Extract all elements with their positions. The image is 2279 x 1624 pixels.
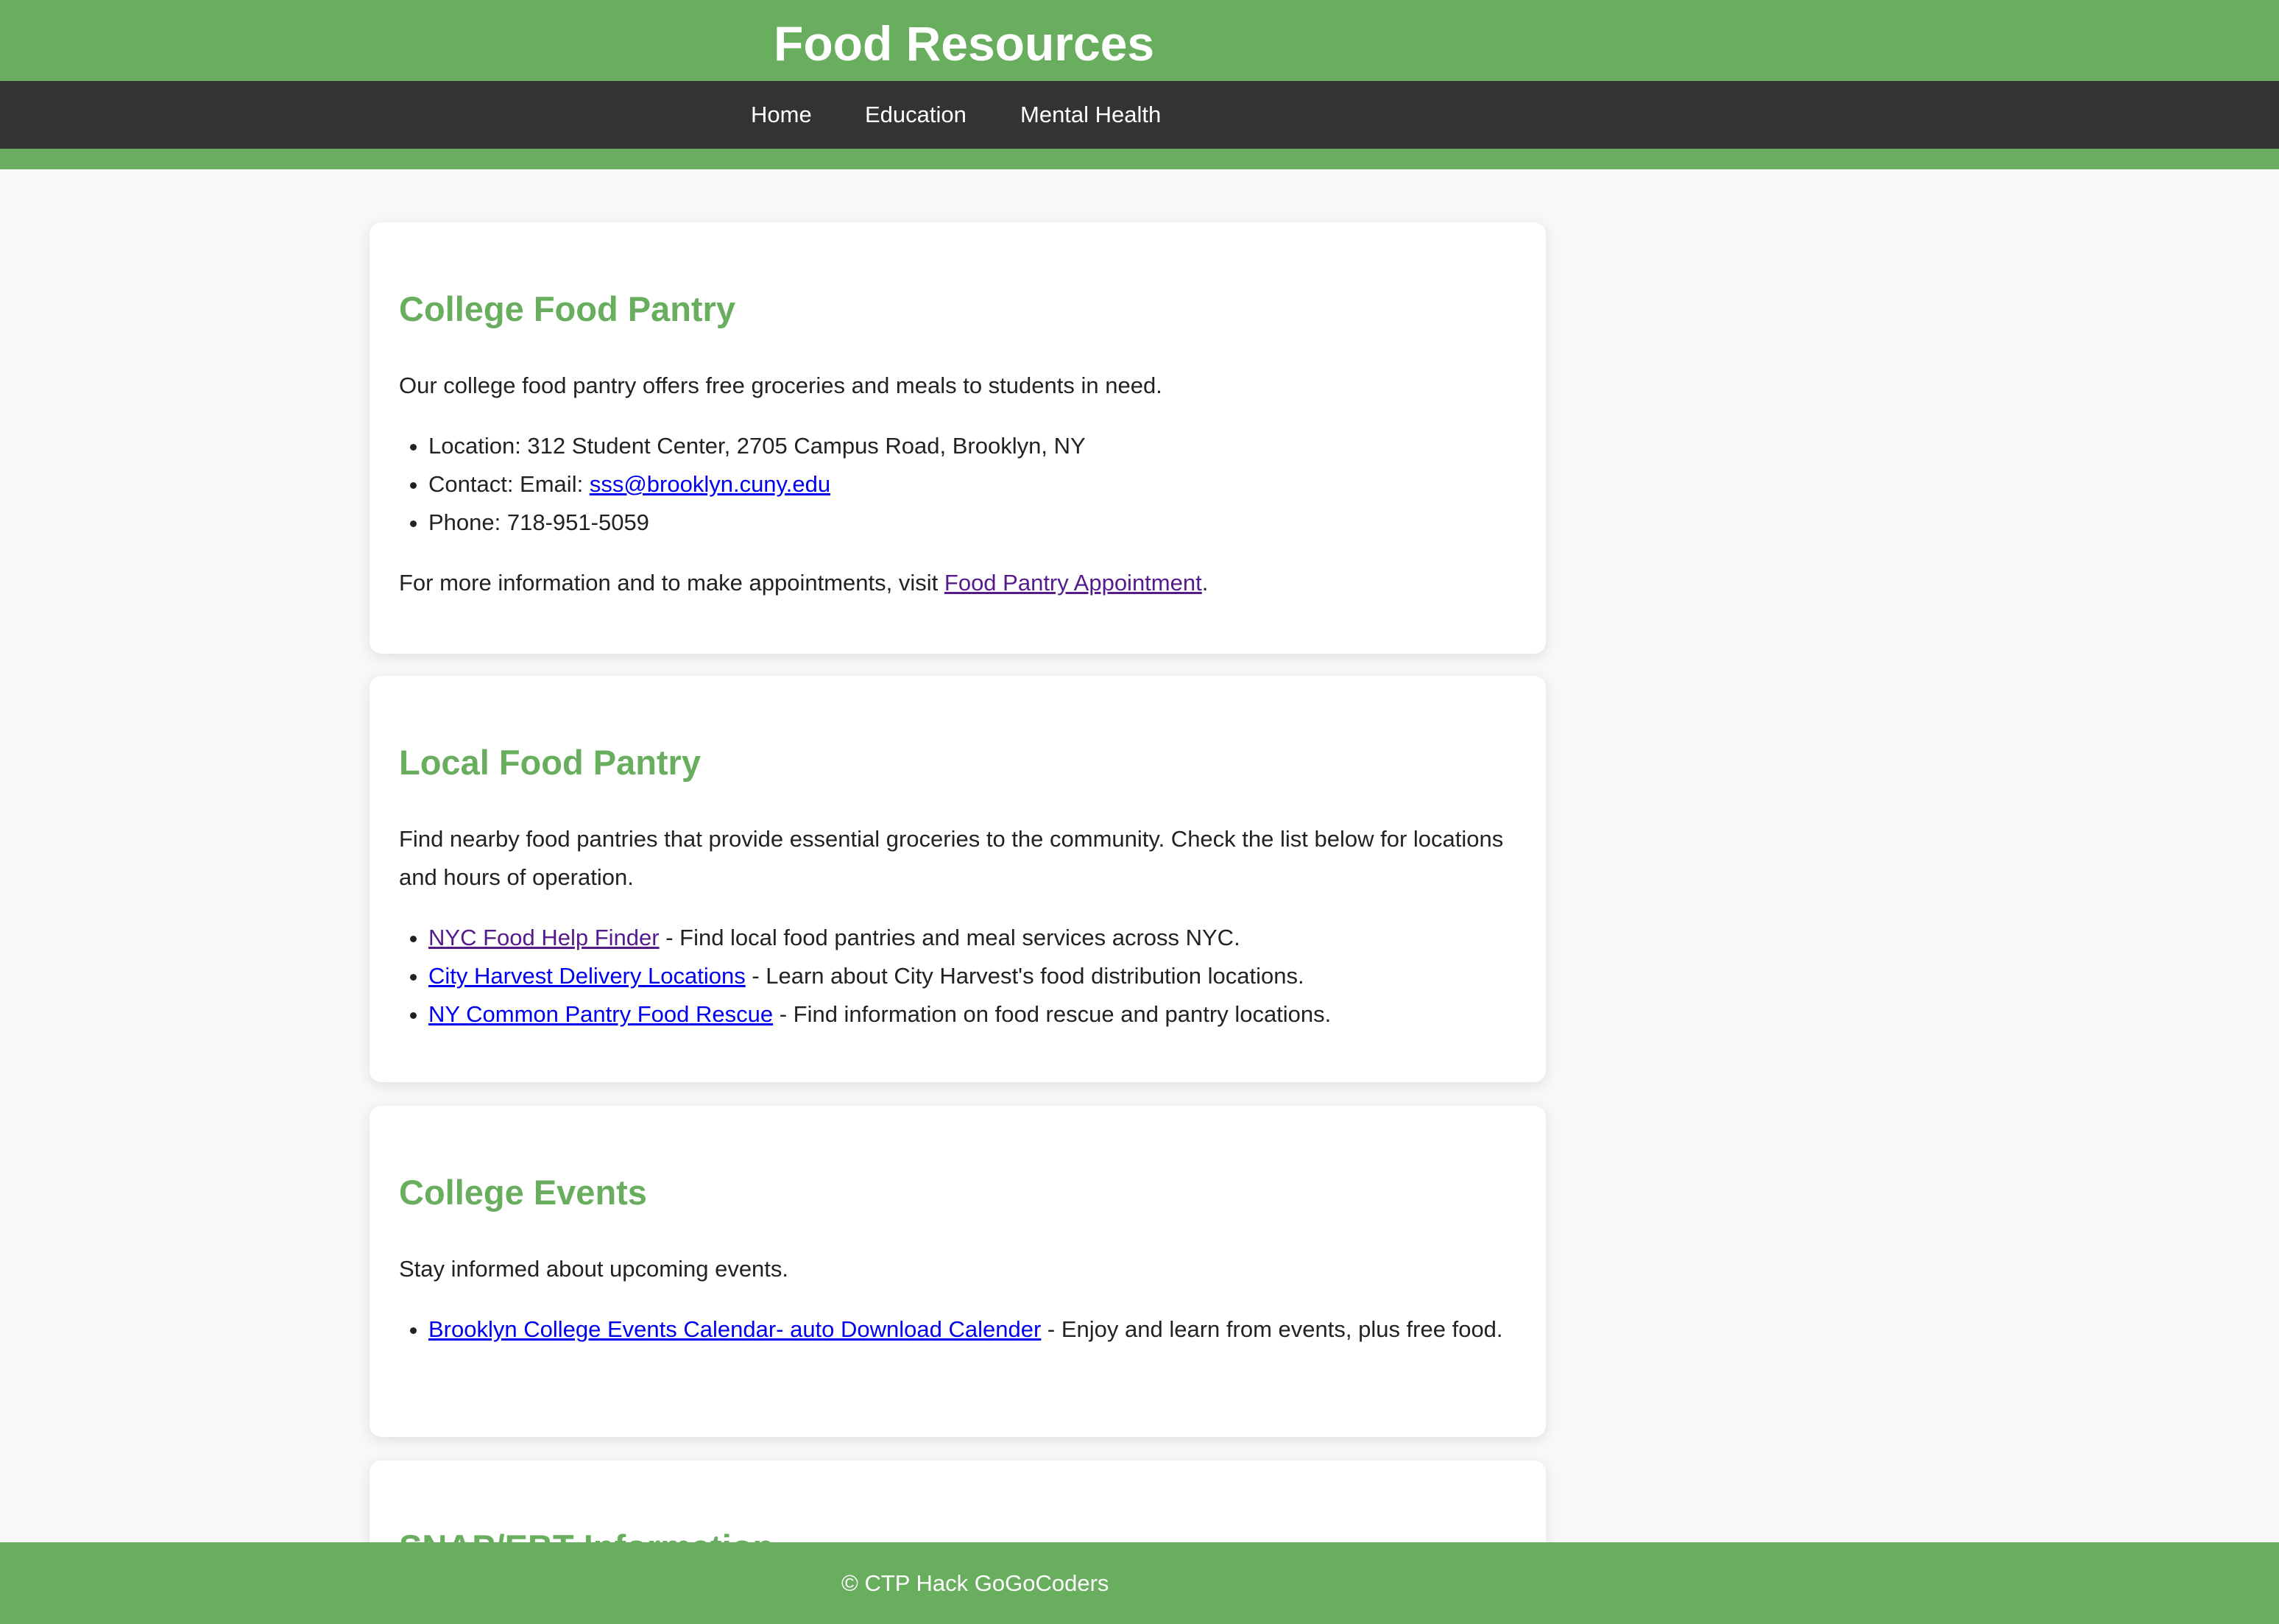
pantry-contact-label: Contact: Email:: [428, 471, 590, 497]
college-food-pantry-intro: Our college food pantry offers free groc…: [399, 373, 1162, 398]
college-food-pantry-heading: College Food Pantry: [399, 289, 735, 328]
list-item-description: - Enjoy and learn from events, plus free…: [1041, 1316, 1503, 1342]
pantry-phone: Phone: 718-951-5059: [428, 504, 1518, 542]
college-events-list: Brooklyn College Events Calendar- auto D…: [399, 1310, 1518, 1349]
list-item: NY Common Pantry Food Rescue - Find info…: [428, 995, 1518, 1034]
footer-copyright: © CTP Hack GoGoCoders: [841, 1570, 1109, 1596]
college-events-card: College Events Stay informed about upcom…: [370, 1106, 1546, 1437]
college-food-pantry-more-info: For more information and to make appoint…: [399, 564, 1518, 602]
college-food-pantry-card: College Food Pantry Our college food pan…: [370, 222, 1546, 654]
pantry-contact: Contact: Email: sss@brooklyn.cuny.edu: [428, 465, 1518, 504]
list-item-description: - Learn about City Harvest's food distri…: [745, 963, 1304, 989]
list-item-description: - Find information on food rescue and pa…: [773, 1001, 1332, 1027]
more-info-period: .: [1201, 570, 1209, 596]
local-food-pantry-list: NYC Food Help Finder - Find local food p…: [399, 919, 1518, 1034]
local-food-pantry-intro: Find nearby food pantries that provide e…: [399, 826, 1504, 890]
local-food-pantry-heading: Local Food Pantry: [399, 743, 701, 782]
list-item-description: - Find local food pantries and meal serv…: [659, 925, 1240, 950]
nav-item-education[interactable]: Education: [865, 81, 967, 149]
college-events-intro: Stay informed about upcoming events.: [399, 1256, 789, 1282]
events-calendar-link[interactable]: Brooklyn College Events Calendar- auto D…: [428, 1316, 1041, 1342]
site-footer: © CTP Hack GoGoCoders: [0, 1542, 2279, 1624]
nyc-food-help-finder-link[interactable]: NYC Food Help Finder: [428, 925, 660, 950]
college-food-pantry-details: Location: 312 Student Center, 2705 Campu…: [399, 427, 1518, 542]
more-info-label: For more information and to make appoint…: [399, 570, 944, 596]
city-harvest-locations-link[interactable]: City Harvest Delivery Locations: [428, 963, 746, 989]
pantry-location: Location: 312 Student Center, 2705 Campu…: [428, 427, 1518, 465]
page-title: Food Resources: [774, 16, 1155, 71]
college-events-heading: College Events: [399, 1173, 647, 1212]
main-nav: Home Education Mental Health: [0, 81, 2279, 149]
nav-item-home[interactable]: Home: [751, 81, 812, 149]
list-item: NYC Food Help Finder - Find local food p…: [428, 919, 1518, 957]
local-food-pantry-card: Local Food Pantry Find nearby food pantr…: [370, 676, 1546, 1082]
list-item: Brooklyn College Events Calendar- auto D…: [428, 1310, 1518, 1349]
site-header: Food Resources Home Education Mental Hea…: [0, 0, 2279, 169]
food-pantry-appointment-link[interactable]: Food Pantry Appointment: [944, 570, 1202, 596]
pantry-email-link[interactable]: sss@brooklyn.cuny.edu: [590, 471, 830, 497]
list-item: City Harvest Delivery Locations - Learn …: [428, 957, 1518, 995]
nav-item-mental-health[interactable]: Mental Health: [1020, 81, 1161, 149]
ny-common-pantry-link[interactable]: NY Common Pantry Food Rescue: [428, 1001, 773, 1027]
